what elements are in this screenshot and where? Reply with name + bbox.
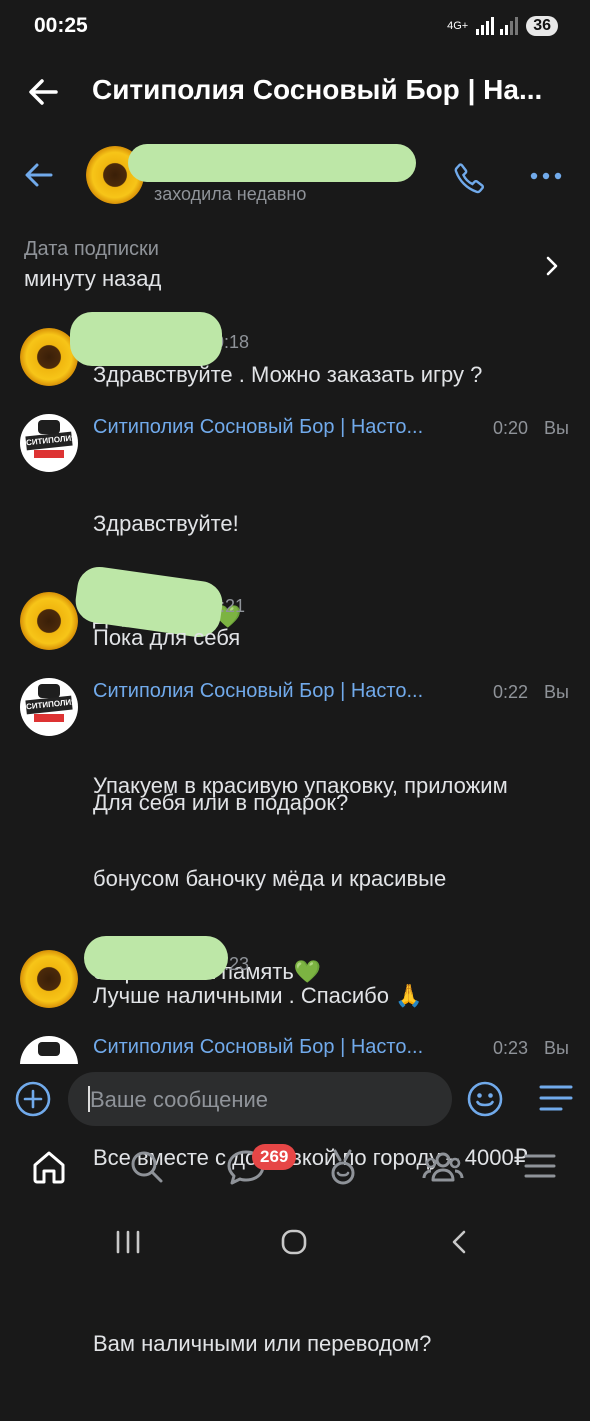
message-text: Пока для себя (93, 625, 241, 650)
phone-icon[interactable] (452, 160, 488, 196)
subscription-info[interactable]: Дата подписки минуту назад (0, 230, 590, 300)
message-input-bar: Ваше сообщение (0, 1066, 590, 1132)
chevron-right-icon (546, 256, 558, 276)
message-author[interactable]: Ситиполия Сосновый Бор | Насто... (93, 416, 478, 439)
message-incoming[interactable]: 0:21 Пока для себя (0, 564, 590, 664)
message-line: бонусом баночку мёда и красивые (93, 866, 447, 891)
logo-figure (38, 1042, 60, 1056)
keyboard-menu-icon[interactable] (538, 1082, 574, 1114)
contact-status: заходила недавно (154, 184, 307, 204)
emoji-icon[interactable] (466, 1080, 504, 1118)
message-incoming[interactable]: 0:23 Лучше наличными . Спасибо 🙏 (0, 936, 590, 1020)
logo-figure (38, 684, 60, 698)
top-bar: Ситиполия Сосновый Бор | На... (0, 60, 590, 124)
redacted-sender-name (70, 312, 222, 366)
sender-avatar[interactable] (20, 950, 78, 1008)
message-line: Упакуем в красивую упаковку, приложим (93, 773, 508, 798)
logo-text: СИТИПОЛИЯ (25, 431, 77, 451)
community-avatar[interactable]: СИТИПОЛИЯ (20, 678, 78, 736)
sender-avatar[interactable] (20, 592, 78, 650)
back-button-icon[interactable] (448, 1228, 472, 1256)
logo-figure (38, 420, 60, 434)
message-text: Здравствуйте . Можно заказать игру ? (93, 362, 483, 387)
message-line: Вам наличными или переводом? (93, 1331, 432, 1356)
logo-stripe (34, 450, 64, 458)
logo-text: СИТИПОЛИЯ (25, 695, 77, 715)
message-input[interactable]: Ваше сообщение (68, 1072, 452, 1126)
community-title: Ситиполия Сосновый Бор | На... (92, 74, 543, 105)
message-author[interactable]: Ситиполия Сосновый Бор | Насто... (93, 1036, 478, 1059)
logo-stripe (34, 714, 64, 722)
status-icons: 4G+ 36 (447, 16, 558, 36)
battery-indicator: 36 (526, 16, 558, 36)
search-icon[interactable] (128, 1148, 166, 1186)
menu-icon[interactable] (522, 1148, 558, 1184)
home-icon[interactable] (30, 1148, 68, 1186)
system-navigation (0, 1206, 590, 1280)
community-avatar[interactable]: СИТИПОЛИЯ (20, 414, 78, 472)
message-placeholder: Ваше сообщение (90, 1087, 268, 1112)
message-text: Упакуем в красивую упаковку, приложим бо… (93, 708, 573, 1421)
message-line: Здравствуйте! (93, 511, 239, 536)
message-outgoing[interactable]: Ситиполия Сосновый Бор | Насто... 0:23 В… (0, 1032, 590, 1064)
bottom-navigation: 269 (0, 1136, 590, 1206)
community-avatar[interactable] (20, 1036, 78, 1064)
message-time: 0:23 (493, 1038, 529, 1058)
message-you-label: Вы (544, 682, 569, 702)
chat-header: заходила недавно (0, 140, 590, 212)
messages-badge: 269 (252, 1144, 297, 1170)
redacted-contact-name (128, 144, 416, 182)
message-author[interactable]: Ситиполия Сосновый Бор | Насто... (93, 680, 478, 703)
message-time: 0:22 (493, 682, 529, 702)
back-arrow-icon[interactable] (26, 74, 62, 110)
message-outgoing[interactable]: СИТИПОЛИЯ Ситиполия Сосновый Бор | Насто… (0, 410, 590, 815)
message-time: 0:20 (493, 418, 529, 438)
network-label: 4G+ (447, 20, 469, 32)
subscription-value: минуту назад (24, 266, 162, 291)
status-bar: 00:25 4G+ 36 (0, 0, 590, 52)
status-time: 00:25 (34, 14, 88, 37)
message-text: Лучше наличными . Спасибо 🙏 (93, 983, 423, 1008)
message-outgoing[interactable]: СИТИПОЛИЯ Ситиполия Сосновый Бор | Насто… (0, 674, 590, 1356)
message-you-label: Вы (544, 418, 569, 438)
recent-apps-icon[interactable] (114, 1228, 142, 1256)
message-you-label: Вы (544, 1038, 569, 1058)
add-attachment-icon[interactable] (14, 1080, 52, 1118)
home-button-icon[interactable] (280, 1228, 308, 1256)
more-options-icon[interactable] (528, 162, 564, 192)
friends-icon[interactable] (422, 1148, 464, 1186)
clips-icon[interactable] (326, 1148, 362, 1186)
message-incoming[interactable]: 0:18 Здравствуйте . Можно заказать игру … (0, 312, 590, 400)
subscription-label: Дата подписки (24, 238, 159, 260)
redacted-sender-name (84, 936, 228, 980)
chat-back-icon[interactable] (22, 158, 56, 192)
signal-icon (476, 17, 519, 35)
